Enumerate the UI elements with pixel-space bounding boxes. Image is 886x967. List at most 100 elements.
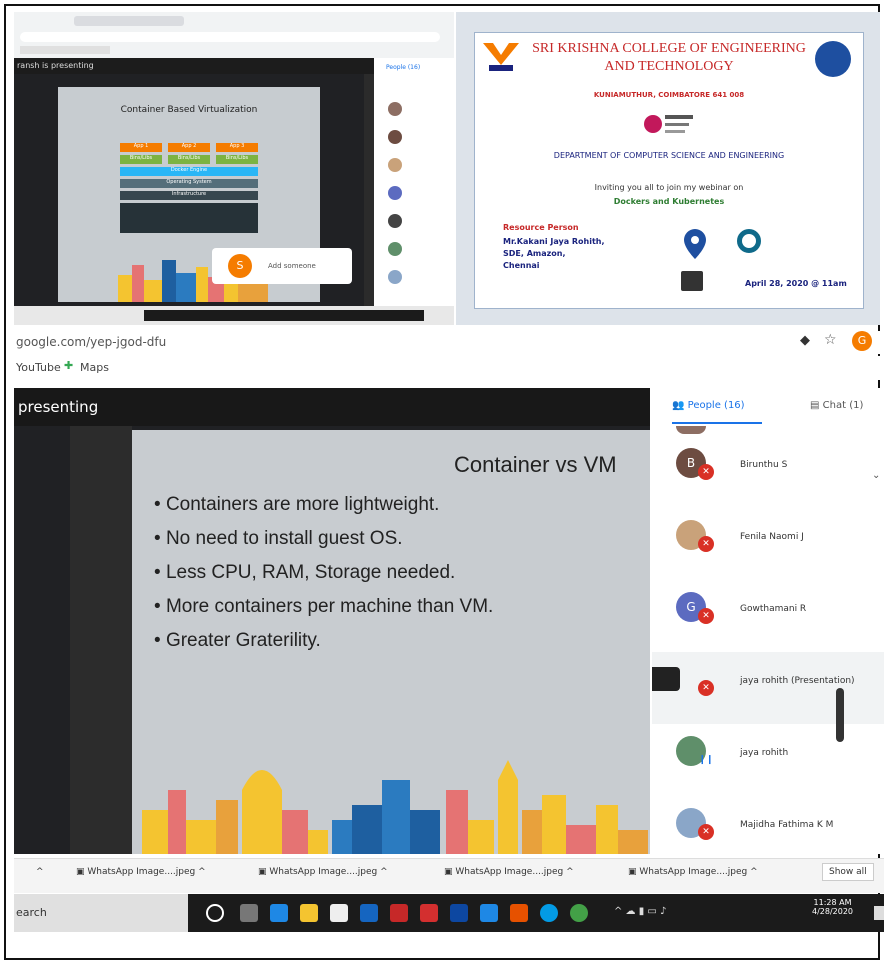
resource-person-city: Chennai: [503, 261, 540, 270]
resource-person-name: Mr.Kakani Jaya Rohith,: [503, 237, 605, 246]
iic-logo-icon: [643, 107, 695, 141]
download-label: WhatsApp Image....jpeg: [639, 867, 748, 877]
download-item[interactable]: ▣ WhatsApp Image....jpeg ^: [76, 867, 206, 877]
location-pin-icon: [683, 229, 707, 263]
participant-name: Gowthamani R: [740, 604, 807, 614]
tab-strip: [74, 16, 184, 26]
clock-date: 4/28/2020: [812, 907, 854, 916]
webinar-flyer: SRI KRISHNA COLLEGE OF ENGINEERING AND T…: [456, 12, 880, 325]
show-all-button[interactable]: Show all: [822, 863, 874, 881]
app-box: App 3: [216, 143, 258, 152]
downloads-bar: ^ ▣ WhatsApp Image....jpeg ^ ▣ WhatsApp …: [14, 858, 884, 893]
photos-icon[interactable]: [390, 904, 408, 922]
people-tab-small[interactable]: People (16): [386, 64, 420, 71]
bullet-2: • No need to install guest OS.: [154, 528, 403, 549]
clock-time: 11:28 AM: [813, 898, 852, 907]
participant-row[interactable]: ✕ jaya rohith (Presentation): [652, 652, 884, 724]
os-box: Operating System: [120, 179, 258, 188]
app-icon[interactable]: [480, 904, 498, 922]
profile-avatar[interactable]: G: [852, 331, 872, 351]
avatar: [388, 130, 402, 144]
mail-icon[interactable]: [360, 904, 378, 922]
notifications-icon[interactable]: [874, 906, 884, 920]
avatar: [388, 186, 402, 200]
tab-chat[interactable]: ▤ Chat (1): [810, 400, 863, 411]
download-item[interactable]: ▣ WhatsApp Image....jpeg ^: [258, 867, 388, 877]
chat-tab-label: Chat (1): [822, 400, 864, 411]
task-view-icon[interactable]: [240, 904, 258, 922]
people-sidebar-small: People (16): [374, 58, 454, 306]
participant-row[interactable]: B ✕ Birunthu S: [652, 436, 884, 508]
download-label: WhatsApp Image....jpeg: [87, 867, 196, 877]
powerpoint-icon[interactable]: [420, 904, 438, 922]
participant-row[interactable]: G ✕ Gowthamani R: [652, 580, 884, 652]
presentation-area: presenting Container vs VM • Containers …: [14, 388, 650, 854]
address-bar[interactable]: google.com/yep-jgod-dfu ◆ ☆ G: [14, 331, 884, 354]
people-tab-underline: [672, 422, 762, 424]
docker-engine-box: Docker Engine: [120, 167, 258, 176]
participant-name: Fenila Naomi J: [740, 532, 804, 542]
bookmarks-bar: YouTube ✚ Maps: [14, 356, 884, 380]
participant-row[interactable]: ❙❙ jaya rohith: [652, 724, 884, 796]
mic-off-icon: ✕: [698, 824, 714, 840]
bullet-3: • Less CPU, RAM, Storage needed.: [154, 562, 456, 583]
participant-name: jaya rohith: [740, 748, 789, 758]
app-box: App 2: [168, 143, 210, 152]
cortana-icon[interactable]: [206, 904, 224, 922]
libs-box: Bins/Libs: [120, 155, 162, 164]
app-icon[interactable]: [540, 904, 558, 922]
store-icon[interactable]: [330, 904, 348, 922]
avatar: [388, 158, 402, 172]
notice-text: Add someone: [268, 262, 316, 270]
bullet-text: Greater Graterility.: [165, 630, 321, 651]
bullet-text: Less CPU, RAM, Storage needed.: [165, 562, 456, 583]
bullet-text: No need to install guest OS.: [165, 528, 403, 549]
download-label: WhatsApp Image....jpeg: [269, 867, 378, 877]
notice-avatar: S: [228, 254, 252, 278]
city-skyline-illustration: [142, 760, 648, 854]
resource-person-role: SDE, Amazon,: [503, 249, 566, 258]
college-location: KUNIAMUTHUR, COIMBATORE 641 008: [593, 91, 745, 99]
scrollbar[interactable]: [836, 688, 844, 742]
container-diagram: App 1 App 2 App 3 Bins/Libs Bins/Libs Bi…: [120, 143, 258, 233]
participant-row[interactable]: ✕ Fenila Naomi J: [652, 508, 884, 580]
chevron-down-icon[interactable]: ⌄: [872, 470, 880, 481]
notification-card[interactable]: S Add someone: [212, 248, 352, 284]
chrome-icon[interactable]: [570, 904, 588, 922]
participant-name: Birunthu S: [740, 460, 788, 470]
star-icon[interactable]: ☆: [824, 332, 837, 348]
mic-off-icon: ✕: [698, 680, 714, 696]
download-item[interactable]: ▣ WhatsApp Image....jpeg ^: [444, 867, 574, 877]
participant-name: jaya rohith (Presentation): [740, 676, 855, 686]
bullet-5: • Greater Graterility.: [154, 630, 321, 651]
slide-side-panel: [70, 426, 132, 854]
speaking-icon: ❙❙: [698, 755, 714, 765]
download-label: WhatsApp Image....jpeg: [455, 867, 564, 877]
app-box: App 1: [120, 143, 162, 152]
slide: Container vs VM • Containers are more li…: [132, 430, 650, 854]
people-icon: 👥: [672, 400, 685, 411]
chevron-up-icon[interactable]: ^: [36, 867, 44, 877]
calendar-icon: [681, 271, 703, 291]
bullet-1: • Containers are more lightweight.: [154, 494, 440, 515]
slide-title: Container vs VM: [454, 452, 617, 477]
tab-people[interactable]: 👥 People (16): [672, 400, 745, 411]
search-box[interactable]: earch: [14, 894, 188, 932]
slide-title-small: Container Based Virtualization: [120, 105, 258, 115]
bookmark-maps[interactable]: Maps: [80, 361, 109, 374]
bullet-4: • More containers per machine than VM.: [154, 596, 494, 617]
extension-icon[interactable]: ◆: [800, 333, 810, 348]
edge-icon[interactable]: [270, 904, 288, 922]
app-icon[interactable]: [450, 904, 468, 922]
download-item[interactable]: ▣ WhatsApp Image....jpeg ^: [628, 867, 758, 877]
bookmark-youtube[interactable]: YouTube: [16, 361, 61, 374]
participant-row[interactable]: ✕ Majidha Fathima K M: [652, 796, 884, 854]
file-explorer-icon[interactable]: [300, 904, 318, 922]
avatar: [388, 242, 402, 256]
clock[interactable]: 11:28 AM 4/28/2020: [812, 898, 853, 916]
avatar: [388, 270, 402, 284]
avatar: [652, 667, 680, 691]
system-tray-icons[interactable]: ^ ☁ ▮ ▭ ♪: [614, 906, 666, 917]
office-icon[interactable]: [510, 904, 528, 922]
avatar: [388, 214, 402, 228]
